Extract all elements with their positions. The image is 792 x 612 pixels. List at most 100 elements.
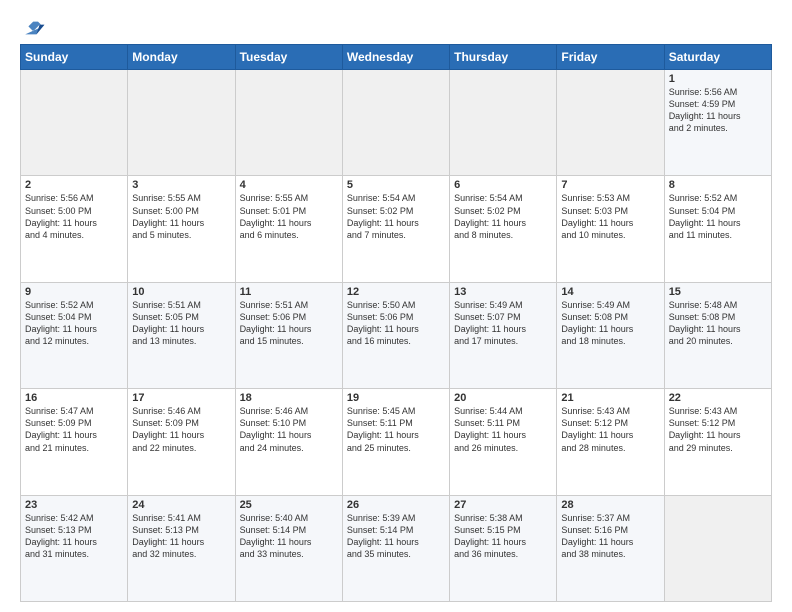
calendar-header: SundayMondayTuesdayWednesdayThursdayFrid… — [21, 45, 772, 70]
header-cell-tuesday: Tuesday — [235, 45, 342, 70]
day-info: Sunrise: 5:47 AM Sunset: 5:09 PM Dayligh… — [25, 405, 123, 454]
day-cell: 24Sunrise: 5:41 AM Sunset: 5:13 PM Dayli… — [128, 495, 235, 601]
day-cell: 16Sunrise: 5:47 AM Sunset: 5:09 PM Dayli… — [21, 389, 128, 495]
day-number: 5 — [347, 179, 445, 191]
day-info: Sunrise: 5:37 AM Sunset: 5:16 PM Dayligh… — [561, 512, 659, 561]
day-info: Sunrise: 5:55 AM Sunset: 5:01 PM Dayligh… — [240, 192, 338, 241]
day-cell: 15Sunrise: 5:48 AM Sunset: 5:08 PM Dayli… — [664, 282, 771, 388]
day-info: Sunrise: 5:46 AM Sunset: 5:09 PM Dayligh… — [132, 405, 230, 454]
day-number: 22 — [669, 392, 767, 404]
day-info: Sunrise: 5:56 AM Sunset: 5:00 PM Dayligh… — [25, 192, 123, 241]
day-info: Sunrise: 5:49 AM Sunset: 5:07 PM Dayligh… — [454, 299, 552, 348]
day-info: Sunrise: 5:43 AM Sunset: 5:12 PM Dayligh… — [561, 405, 659, 454]
day-number: 9 — [25, 286, 123, 298]
day-cell: 13Sunrise: 5:49 AM Sunset: 5:07 PM Dayli… — [450, 282, 557, 388]
day-cell: 10Sunrise: 5:51 AM Sunset: 5:05 PM Dayli… — [128, 282, 235, 388]
day-info: Sunrise: 5:49 AM Sunset: 5:08 PM Dayligh… — [561, 299, 659, 348]
day-info: Sunrise: 5:41 AM Sunset: 5:13 PM Dayligh… — [132, 512, 230, 561]
day-number: 20 — [454, 392, 552, 404]
day-info: Sunrise: 5:38 AM Sunset: 5:15 PM Dayligh… — [454, 512, 552, 561]
header-cell-thursday: Thursday — [450, 45, 557, 70]
day-cell: 18Sunrise: 5:46 AM Sunset: 5:10 PM Dayli… — [235, 389, 342, 495]
day-info: Sunrise: 5:43 AM Sunset: 5:12 PM Dayligh… — [669, 405, 767, 454]
header-row: SundayMondayTuesdayWednesdayThursdayFrid… — [21, 45, 772, 70]
day-cell: 19Sunrise: 5:45 AM Sunset: 5:11 PM Dayli… — [342, 389, 449, 495]
day-info: Sunrise: 5:51 AM Sunset: 5:06 PM Dayligh… — [240, 299, 338, 348]
day-number: 21 — [561, 392, 659, 404]
week-row-3: 9Sunrise: 5:52 AM Sunset: 5:04 PM Daylig… — [21, 282, 772, 388]
day-cell: 23Sunrise: 5:42 AM Sunset: 5:13 PM Dayli… — [21, 495, 128, 601]
page: SundayMondayTuesdayWednesdayThursdayFrid… — [0, 0, 792, 612]
day-number: 19 — [347, 392, 445, 404]
header-cell-monday: Monday — [128, 45, 235, 70]
day-cell: 20Sunrise: 5:44 AM Sunset: 5:11 PM Dayli… — [450, 389, 557, 495]
day-cell — [450, 70, 557, 176]
day-number: 11 — [240, 286, 338, 298]
day-cell — [21, 70, 128, 176]
day-info: Sunrise: 5:52 AM Sunset: 5:04 PM Dayligh… — [25, 299, 123, 348]
week-row-1: 1Sunrise: 5:56 AM Sunset: 4:59 PM Daylig… — [21, 70, 772, 176]
day-number: 16 — [25, 392, 123, 404]
calendar: SundayMondayTuesdayWednesdayThursdayFrid… — [20, 44, 772, 602]
day-number: 23 — [25, 499, 123, 511]
week-row-5: 23Sunrise: 5:42 AM Sunset: 5:13 PM Dayli… — [21, 495, 772, 601]
header-cell-wednesday: Wednesday — [342, 45, 449, 70]
logo-icon — [22, 16, 46, 40]
day-number: 1 — [669, 73, 767, 85]
week-row-2: 2Sunrise: 5:56 AM Sunset: 5:00 PM Daylig… — [21, 176, 772, 282]
calendar-body: 1Sunrise: 5:56 AM Sunset: 4:59 PM Daylig… — [21, 70, 772, 602]
day-number: 14 — [561, 286, 659, 298]
day-number: 13 — [454, 286, 552, 298]
day-cell: 14Sunrise: 5:49 AM Sunset: 5:08 PM Dayli… — [557, 282, 664, 388]
day-number: 28 — [561, 499, 659, 511]
day-number: 24 — [132, 499, 230, 511]
day-info: Sunrise: 5:56 AM Sunset: 4:59 PM Dayligh… — [669, 86, 767, 135]
day-cell: 11Sunrise: 5:51 AM Sunset: 5:06 PM Dayli… — [235, 282, 342, 388]
header-cell-saturday: Saturday — [664, 45, 771, 70]
day-number: 26 — [347, 499, 445, 511]
day-info: Sunrise: 5:53 AM Sunset: 5:03 PM Dayligh… — [561, 192, 659, 241]
day-info: Sunrise: 5:40 AM Sunset: 5:14 PM Dayligh… — [240, 512, 338, 561]
day-cell: 5Sunrise: 5:54 AM Sunset: 5:02 PM Daylig… — [342, 176, 449, 282]
day-info: Sunrise: 5:50 AM Sunset: 5:06 PM Dayligh… — [347, 299, 445, 348]
header-cell-sunday: Sunday — [21, 45, 128, 70]
day-cell: 21Sunrise: 5:43 AM Sunset: 5:12 PM Dayli… — [557, 389, 664, 495]
day-info: Sunrise: 5:55 AM Sunset: 5:00 PM Dayligh… — [132, 192, 230, 241]
day-cell: 22Sunrise: 5:43 AM Sunset: 5:12 PM Dayli… — [664, 389, 771, 495]
day-cell: 3Sunrise: 5:55 AM Sunset: 5:00 PM Daylig… — [128, 176, 235, 282]
header-cell-friday: Friday — [557, 45, 664, 70]
day-number: 8 — [669, 179, 767, 191]
day-number: 15 — [669, 286, 767, 298]
header — [20, 16, 772, 36]
day-info: Sunrise: 5:46 AM Sunset: 5:10 PM Dayligh… — [240, 405, 338, 454]
day-cell — [235, 70, 342, 176]
day-number: 12 — [347, 286, 445, 298]
day-cell — [557, 70, 664, 176]
day-cell: 1Sunrise: 5:56 AM Sunset: 4:59 PM Daylig… — [664, 70, 771, 176]
day-number: 10 — [132, 286, 230, 298]
day-cell: 12Sunrise: 5:50 AM Sunset: 5:06 PM Dayli… — [342, 282, 449, 388]
day-number: 18 — [240, 392, 338, 404]
day-info: Sunrise: 5:42 AM Sunset: 5:13 PM Dayligh… — [25, 512, 123, 561]
day-info: Sunrise: 5:51 AM Sunset: 5:05 PM Dayligh… — [132, 299, 230, 348]
day-cell: 25Sunrise: 5:40 AM Sunset: 5:14 PM Dayli… — [235, 495, 342, 601]
day-cell: 17Sunrise: 5:46 AM Sunset: 5:09 PM Dayli… — [128, 389, 235, 495]
day-cell — [664, 495, 771, 601]
day-info: Sunrise: 5:45 AM Sunset: 5:11 PM Dayligh… — [347, 405, 445, 454]
day-info: Sunrise: 5:54 AM Sunset: 5:02 PM Dayligh… — [347, 192, 445, 241]
day-number: 27 — [454, 499, 552, 511]
day-cell: 6Sunrise: 5:54 AM Sunset: 5:02 PM Daylig… — [450, 176, 557, 282]
day-info: Sunrise: 5:54 AM Sunset: 5:02 PM Dayligh… — [454, 192, 552, 241]
day-cell: 2Sunrise: 5:56 AM Sunset: 5:00 PM Daylig… — [21, 176, 128, 282]
day-cell: 26Sunrise: 5:39 AM Sunset: 5:14 PM Dayli… — [342, 495, 449, 601]
day-info: Sunrise: 5:44 AM Sunset: 5:11 PM Dayligh… — [454, 405, 552, 454]
day-info: Sunrise: 5:52 AM Sunset: 5:04 PM Dayligh… — [669, 192, 767, 241]
day-cell: 4Sunrise: 5:55 AM Sunset: 5:01 PM Daylig… — [235, 176, 342, 282]
day-number: 25 — [240, 499, 338, 511]
day-number: 3 — [132, 179, 230, 191]
day-number: 4 — [240, 179, 338, 191]
day-info: Sunrise: 5:48 AM Sunset: 5:08 PM Dayligh… — [669, 299, 767, 348]
day-number: 17 — [132, 392, 230, 404]
day-number: 2 — [25, 179, 123, 191]
day-cell: 8Sunrise: 5:52 AM Sunset: 5:04 PM Daylig… — [664, 176, 771, 282]
